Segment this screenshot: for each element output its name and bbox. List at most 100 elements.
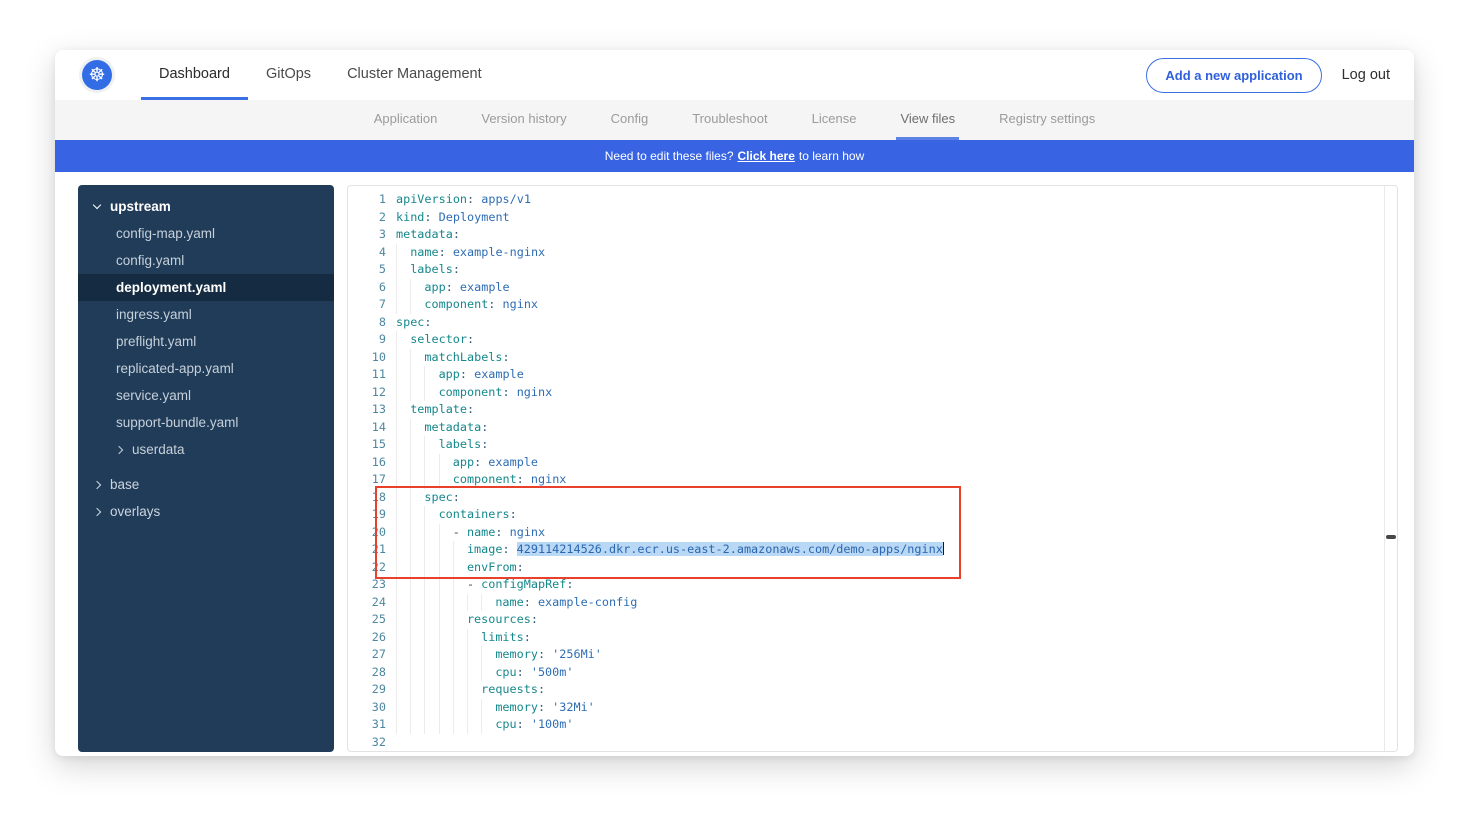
code-line[interactable]: 7component: nginx: [348, 296, 1383, 314]
code-line[interactable]: 19containers:: [348, 506, 1383, 524]
code-token: '100m': [531, 717, 574, 731]
tree-item-deployment-yaml[interactable]: deployment.yaml: [78, 274, 334, 301]
header-tab-gitops[interactable]: GitOps: [248, 50, 329, 100]
tree-item-replicated-app-yaml[interactable]: replicated-app.yaml: [78, 355, 334, 382]
app-logo[interactable]: ☸: [79, 57, 115, 93]
code-token: :: [502, 385, 516, 399]
code-line[interactable]: 18spec:: [348, 489, 1383, 507]
code-line[interactable]: 3metadata:: [348, 226, 1383, 244]
code-token: :: [424, 315, 431, 329]
code-line[interactable]: 22envFrom:: [348, 559, 1383, 577]
header-tab-cluster-management[interactable]: Cluster Management: [329, 50, 500, 100]
indent-guide: [424, 576, 438, 594]
tree-item-label: config-map.yaml: [116, 226, 215, 241]
indent-guide: [396, 454, 410, 472]
tree-item-ingress-yaml[interactable]: ingress.yaml: [78, 301, 334, 328]
code-line[interactable]: 24name: example-config: [348, 594, 1383, 612]
indent-guide: [396, 401, 410, 419]
subnav-tab-registry-settings[interactable]: Registry settings: [995, 100, 1099, 140]
subnav-tab-version-history[interactable]: Version history: [477, 100, 570, 140]
code-token: apps/v1: [481, 192, 531, 206]
line-number: 26: [348, 629, 386, 647]
tree-item-overlays[interactable]: overlays: [78, 498, 334, 525]
code-token: template: [410, 402, 467, 416]
code-line[interactable]: 26limits:: [348, 629, 1383, 647]
line-content: component: nginx: [396, 471, 566, 489]
line-number: 32: [348, 734, 386, 752]
yaml-editor[interactable]: 1apiVersion: apps/v12kind: Deployment3me…: [347, 185, 1398, 752]
tree-item-support-bundle-yaml[interactable]: support-bundle.yaml: [78, 409, 334, 436]
code-line[interactable]: 4name: example-nginx: [348, 244, 1383, 262]
subnav-tab-troubleshoot[interactable]: Troubleshoot: [688, 100, 771, 140]
line-content: envFrom:: [396, 559, 524, 577]
code-token: :: [495, 525, 509, 539]
line-number: 15: [348, 436, 386, 454]
tree-item-service-yaml[interactable]: service.yaml: [78, 382, 334, 409]
code-line[interactable]: 28cpu: '500m': [348, 664, 1383, 682]
line-content: memory: '32Mi': [396, 699, 595, 717]
text-cursor: [943, 542, 945, 555]
banner-click-here-link[interactable]: Click here: [738, 149, 795, 163]
add-application-button[interactable]: Add a new application: [1146, 58, 1321, 93]
tree-item-preflight-yaml[interactable]: preflight.yaml: [78, 328, 334, 355]
code-line[interactable]: 20- name: nginx: [348, 524, 1383, 542]
code-line[interactable]: 17component: nginx: [348, 471, 1383, 489]
code-token: :: [517, 472, 531, 486]
indent-guide: [453, 611, 467, 629]
code-line[interactable]: 5labels:: [348, 261, 1383, 279]
code-line[interactable]: 31cpu: '100m': [348, 716, 1383, 734]
tree-item-userdata[interactable]: userdata: [78, 436, 334, 463]
code-line[interactable]: 30memory: '32Mi': [348, 699, 1383, 717]
code-line[interactable]: 10matchLabels:: [348, 349, 1383, 367]
code-token: memory: [495, 647, 538, 661]
subnav-tab-view-files[interactable]: View files: [896, 100, 959, 140]
line-content: spec:: [396, 314, 432, 332]
logout-link[interactable]: Log out: [1342, 67, 1390, 83]
code-line[interactable]: 32: [348, 734, 1383, 752]
tree-item-config-map-yaml[interactable]: config-map.yaml: [78, 220, 334, 247]
code-line[interactable]: 15labels:: [348, 436, 1383, 454]
code-token: :: [453, 262, 460, 276]
code-line[interactable]: 13template:: [348, 401, 1383, 419]
subnav-tab-application[interactable]: Application: [370, 100, 442, 140]
tree-item-label: service.yaml: [116, 388, 191, 403]
indent-guide: [396, 489, 410, 507]
line-content: containers:: [396, 506, 517, 524]
editor-scrollbar[interactable]: [1384, 186, 1397, 751]
scrollbar-thumb[interactable]: [1386, 535, 1396, 539]
code-line[interactable]: 23- configMapRef:: [348, 576, 1383, 594]
indent-guide: [439, 541, 453, 559]
code-line[interactable]: 25resources:: [348, 611, 1383, 629]
indent-guide: [396, 699, 410, 717]
indent-guide: [410, 524, 424, 542]
code-token: :: [481, 437, 488, 451]
code-token: -: [453, 525, 467, 539]
code-line[interactable]: 8spec:: [348, 314, 1383, 332]
subnav-tab-config[interactable]: Config: [607, 100, 653, 140]
code-token: component: [453, 472, 517, 486]
code-line[interactable]: 21image: 429114214526.dkr.ecr.us-east-2.…: [348, 541, 1383, 559]
code-line[interactable]: 12component: nginx: [348, 384, 1383, 402]
tree-item-base[interactable]: base: [78, 471, 334, 498]
indent-guide: [439, 681, 453, 699]
line-number: 21: [348, 541, 386, 559]
code-line[interactable]: 16app: example: [348, 454, 1383, 472]
indent-guide: [396, 611, 410, 629]
indent-guide: [396, 436, 410, 454]
code-line[interactable]: 11app: example: [348, 366, 1383, 384]
line-content: app: example: [396, 454, 538, 472]
code-line[interactable]: 2kind: Deployment: [348, 209, 1383, 227]
code-line[interactable]: 6app: example: [348, 279, 1383, 297]
top-header: ☸ DashboardGitOpsCluster Management Add …: [55, 50, 1414, 100]
tree-item-label: support-bundle.yaml: [116, 415, 238, 430]
header-tab-dashboard[interactable]: Dashboard: [141, 50, 248, 100]
tree-item-config-yaml[interactable]: config.yaml: [78, 247, 334, 274]
code-line[interactable]: 27memory: '256Mi': [348, 646, 1383, 664]
code-line[interactable]: 29requests:: [348, 681, 1383, 699]
code-line[interactable]: 9selector:: [348, 331, 1383, 349]
tree-item-upstream[interactable]: upstream: [78, 193, 334, 220]
indent-guide: [439, 594, 453, 612]
code-line[interactable]: 1apiVersion: apps/v1: [348, 191, 1383, 209]
subnav-tab-license[interactable]: License: [808, 100, 861, 140]
code-line[interactable]: 14metadata:: [348, 419, 1383, 437]
